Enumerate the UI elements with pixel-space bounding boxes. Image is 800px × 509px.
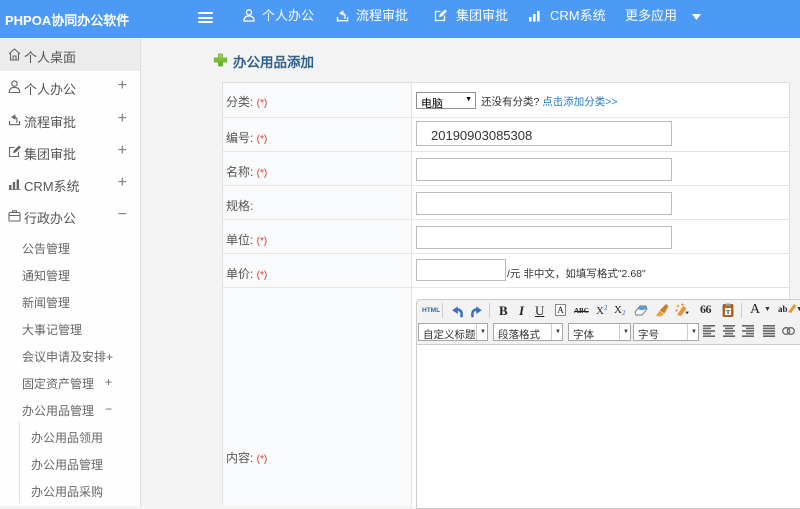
- svg-text:T: T: [726, 309, 731, 316]
